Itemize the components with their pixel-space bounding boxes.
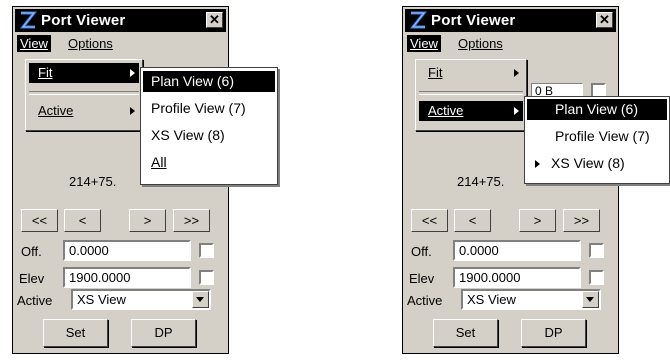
menu-item-fit-label: Fit <box>428 65 443 80</box>
active-view-select[interactable]: XS View <box>461 289 601 310</box>
title-bar[interactable]: Port Viewer ✕ <box>15 9 226 32</box>
fit-submenu: Plan View (6) Profile View (7) XS View (… <box>140 67 278 185</box>
dp-button[interactable]: DP <box>131 319 196 347</box>
elevation-field[interactable]: 1900.0000 <box>63 267 191 288</box>
dp-button[interactable]: DP <box>521 319 586 347</box>
elevation-label: Elev <box>19 271 45 286</box>
submenu-arrow-icon <box>130 107 135 115</box>
port-viewer-logo-icon <box>409 11 428 29</box>
next-button[interactable]: > <box>519 209 556 232</box>
set-button[interactable]: Set <box>43 319 108 347</box>
first-button[interactable]: << <box>411 209 448 232</box>
last-button[interactable]: >> <box>563 209 600 232</box>
menu-options[interactable]: Options <box>455 35 506 52</box>
menu-separator <box>419 91 523 95</box>
first-button[interactable]: << <box>21 209 58 232</box>
menu-item-fit[interactable]: Fit <box>419 63 523 83</box>
view-dropdown: Fit Active <box>415 59 527 131</box>
port-viewer-window-fit: Port Viewer ✕ View Options 214+75. << < … <box>12 6 278 354</box>
station-readout: 214+75. <box>457 174 505 189</box>
window-title: Port Viewer <box>431 12 516 29</box>
elevation-checkbox[interactable] <box>589 270 604 285</box>
submenu-arrow-icon <box>130 69 135 77</box>
offset-label: Off. <box>411 244 432 259</box>
submenu-arrow-icon <box>514 69 519 77</box>
elevation-label: Elev <box>409 271 435 286</box>
menu-view[interactable]: View <box>17 35 51 52</box>
submenu-xs-view[interactable]: XS View (8) <box>527 153 667 174</box>
menu-item-active-label: Active <box>38 103 74 118</box>
menu-options[interactable]: Options <box>65 35 116 52</box>
menu-bar: View Options <box>405 33 616 53</box>
selected-bullet-icon <box>535 160 540 168</box>
port-viewer-window-active: Port Viewer ✕ View Options 0 B 214+75. <… <box>402 6 670 354</box>
elevation-checkbox[interactable] <box>199 270 214 285</box>
active-submenu: Plan View (6) Profile View (7) XS View (… <box>524 96 670 184</box>
window-title: Port Viewer <box>41 12 126 29</box>
offset-field[interactable]: 0.0000 <box>453 240 581 261</box>
menu-separator <box>29 91 139 95</box>
title-bar[interactable]: Port Viewer ✕ <box>405 9 616 32</box>
chevron-down-icon[interactable] <box>192 291 209 308</box>
next-button[interactable]: > <box>129 209 166 232</box>
menu-item-fit[interactable]: Fit <box>29 63 139 83</box>
view-dropdown: Fit Active <box>25 59 143 131</box>
offset-field[interactable]: 0.0000 <box>63 240 191 261</box>
menu-item-active-label: Active <box>428 103 464 118</box>
port-viewer-logo-icon <box>19 11 38 29</box>
set-button[interactable]: Set <box>433 319 498 347</box>
submenu-plan-view[interactable]: Plan View (6) <box>143 71 275 92</box>
menu-item-active[interactable]: Active <box>29 101 139 121</box>
active-view-value: XS View <box>77 292 126 307</box>
active-view-value: XS View <box>467 292 516 307</box>
submenu-all[interactable]: All <box>143 152 275 173</box>
menu-item-active[interactable]: Active <box>419 101 523 121</box>
close-button[interactable]: ✕ <box>596 12 613 28</box>
submenu-profile-view[interactable]: Profile View (7) <box>143 98 275 119</box>
offset-label: Off. <box>21 244 42 259</box>
active-view-label: Active <box>407 293 443 308</box>
elevation-field[interactable]: 1900.0000 <box>453 267 581 288</box>
menu-view[interactable]: View <box>407 35 441 52</box>
offset-checkbox[interactable] <box>589 243 604 258</box>
chevron-down-icon[interactable] <box>582 291 599 308</box>
previous-button[interactable]: < <box>454 209 491 232</box>
menu-bar: View Options <box>15 33 226 53</box>
close-button[interactable]: ✕ <box>206 12 223 28</box>
submenu-xs-view[interactable]: XS View (8) <box>143 125 275 146</box>
submenu-arrow-icon <box>514 107 519 115</box>
last-button[interactable]: >> <box>173 209 210 232</box>
active-view-label: Active <box>17 293 53 308</box>
submenu-xs-view-label: XS View (8) <box>551 155 625 171</box>
submenu-profile-view[interactable]: Profile View (7) <box>527 126 667 147</box>
station-readout: 214+75. <box>69 174 117 189</box>
offset-checkbox[interactable] <box>199 243 214 258</box>
previous-button[interactable]: < <box>64 209 101 232</box>
menu-item-fit-label: Fit <box>38 65 53 80</box>
active-view-select[interactable]: XS View <box>71 289 211 310</box>
submenu-plan-view[interactable]: Plan View (6) <box>527 99 667 120</box>
